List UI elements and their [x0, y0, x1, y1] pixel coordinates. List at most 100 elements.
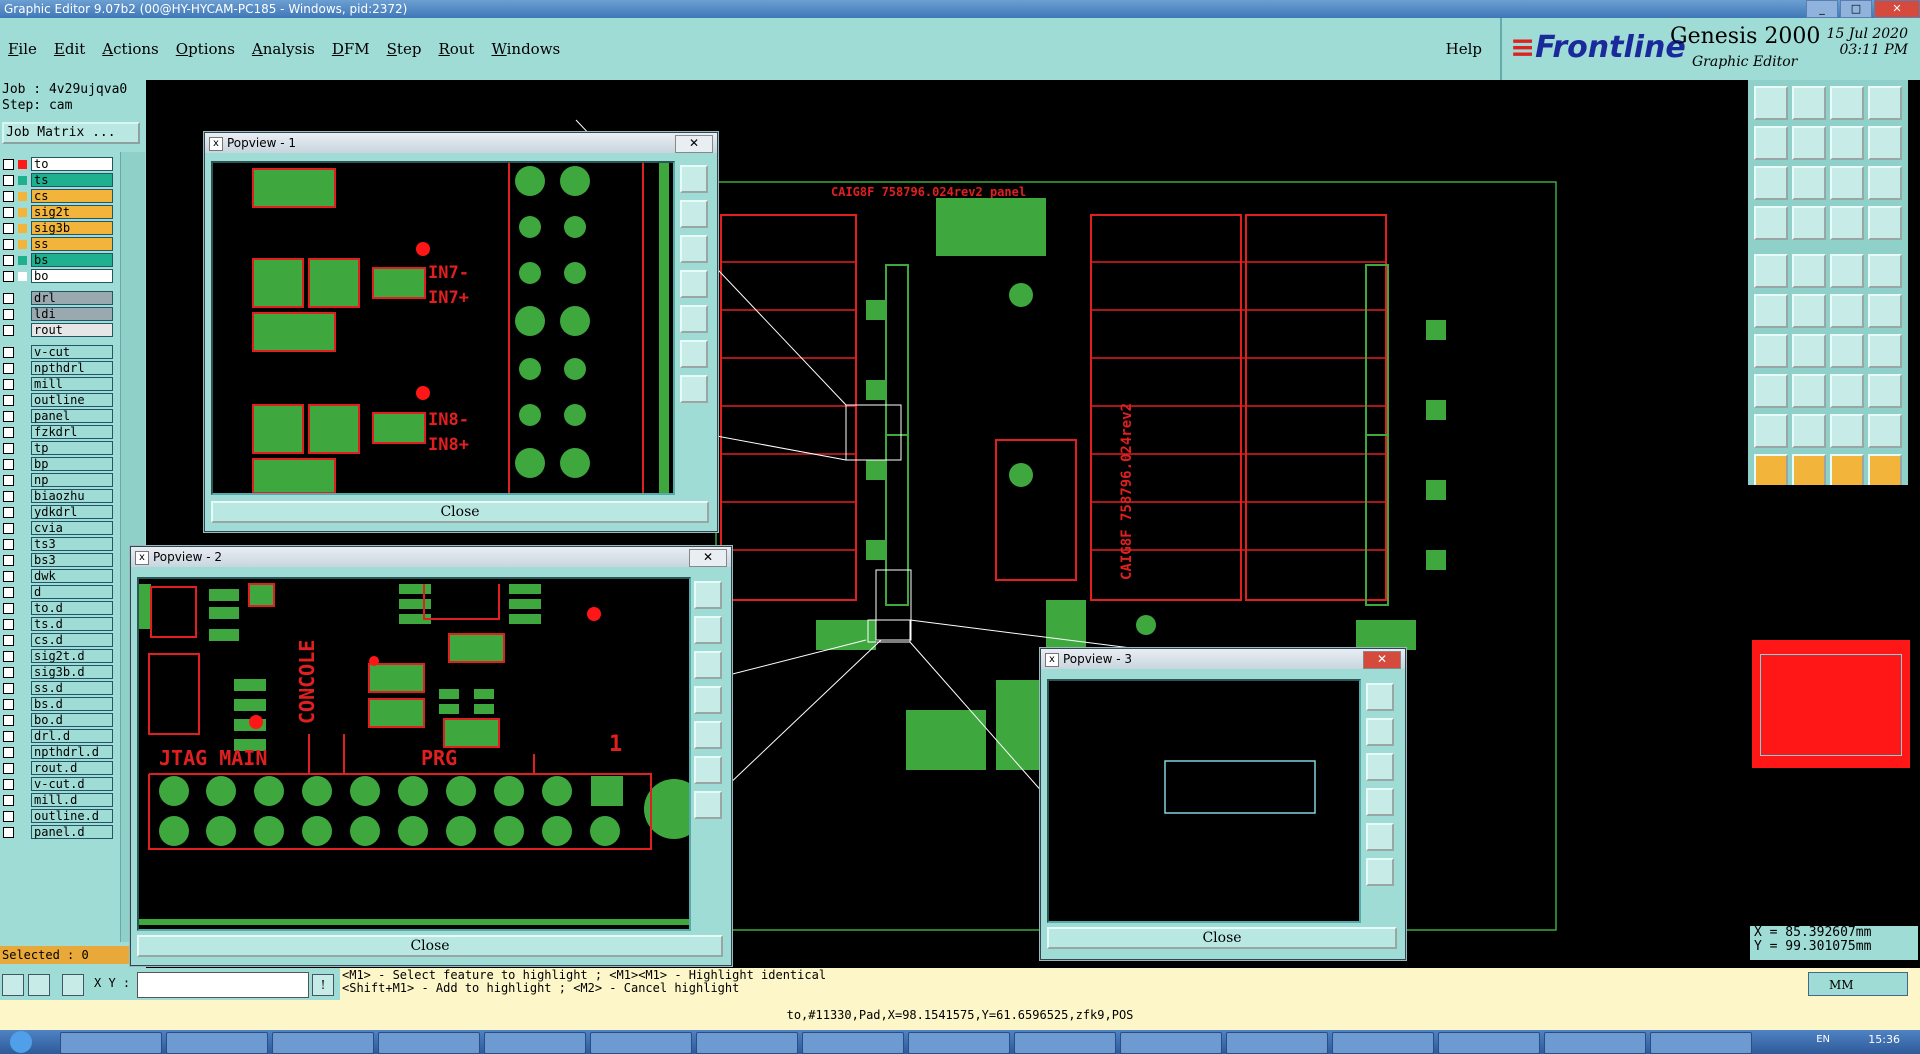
layer-row[interactable]: cs — [0, 188, 118, 204]
grid-icon[interactable] — [62, 974, 84, 996]
popview-tool-button[interactable] — [694, 581, 722, 609]
tool-button[interactable] — [1868, 86, 1902, 120]
layer-checkbox[interactable] — [3, 538, 14, 550]
tool-button[interactable] — [1830, 294, 1864, 328]
layer-name[interactable]: panel — [31, 409, 113, 423]
tool-button[interactable] — [1868, 254, 1902, 288]
layer-color-swatch[interactable] — [18, 364, 27, 373]
taskbar-app[interactable] — [696, 1032, 798, 1054]
layer-color-swatch[interactable] — [18, 492, 27, 501]
layer-color-swatch[interactable] — [18, 684, 27, 693]
tool-button[interactable] — [1792, 206, 1826, 240]
layer-name[interactable]: sig3b.d — [31, 665, 113, 679]
menu-actions[interactable]: Actions — [102, 40, 158, 58]
popview-tool-button[interactable] — [680, 235, 708, 263]
layer-color-swatch[interactable] — [18, 620, 27, 629]
menu-options[interactable]: Options — [176, 40, 235, 58]
layer-row[interactable]: ss — [0, 236, 118, 252]
popview-2-canvas[interactable]: CONCOLE JTAG MAIN JTAG MAIN PRG 1 — [137, 577, 691, 931]
tool-button[interactable] — [1792, 414, 1826, 448]
layer-row[interactable]: sig3b — [0, 220, 118, 236]
layer-name[interactable]: fzkdrl — [31, 425, 113, 439]
layer-name[interactable]: outline.d — [31, 809, 113, 823]
layer-name[interactable]: bo — [31, 269, 113, 283]
layer-color-swatch[interactable] — [18, 604, 27, 613]
xy-input[interactable] — [137, 972, 309, 998]
tool-button[interactable] — [1792, 166, 1826, 200]
layer-color-swatch[interactable] — [18, 223, 27, 233]
tool-button[interactable] — [1754, 126, 1788, 160]
layer-row[interactable]: npthdrl — [0, 360, 118, 376]
layer-checkbox[interactable] — [3, 222, 14, 234]
taskbar-app[interactable] — [60, 1032, 162, 1054]
layer-color-swatch[interactable] — [18, 191, 27, 201]
menu-edit[interactable]: Edit — [54, 40, 85, 58]
layer-checkbox[interactable] — [3, 324, 14, 336]
layer-color-swatch[interactable] — [18, 175, 27, 185]
tool-button[interactable] — [1830, 374, 1864, 408]
menu-windows[interactable]: Windows — [491, 40, 560, 58]
layer-name[interactable]: np — [31, 473, 113, 487]
layer-checkbox[interactable] — [3, 362, 14, 374]
tool-button[interactable] — [1792, 254, 1826, 288]
popview-tool-button[interactable] — [1366, 788, 1394, 816]
layer-checkbox[interactable] — [3, 378, 14, 390]
layer-name[interactable]: rout.d — [31, 761, 113, 775]
layer-name[interactable]: sig2t.d — [31, 649, 113, 663]
layer-color-swatch[interactable] — [18, 828, 27, 837]
start-button-icon[interactable] — [10, 1031, 32, 1053]
layer-checkbox[interactable] — [3, 682, 14, 694]
layer-name[interactable]: ts — [31, 173, 113, 187]
popview-tool-button[interactable] — [1366, 718, 1394, 746]
taskbar-app[interactable] — [272, 1032, 374, 1054]
layer-color-swatch[interactable] — [18, 588, 27, 597]
layer-checkbox[interactable] — [3, 346, 14, 358]
layer-checkbox[interactable] — [3, 254, 14, 266]
layer-row[interactable]: ss.d — [0, 680, 118, 696]
layer-checkbox[interactable] — [3, 810, 14, 822]
tool-button[interactable] — [1868, 126, 1902, 160]
menu-rout[interactable]: Rout — [438, 40, 474, 58]
info-icon[interactable]: ! — [312, 974, 334, 996]
popview-3-canvas[interactable] — [1047, 679, 1361, 923]
layer-color-swatch[interactable] — [18, 508, 27, 517]
layer-color-swatch[interactable] — [18, 255, 27, 265]
tool-button[interactable] — [1754, 374, 1788, 408]
tool-button[interactable] — [1754, 166, 1788, 200]
layer-name[interactable]: ss.d — [31, 681, 113, 695]
menu-help[interactable]: Help — [1446, 40, 1482, 58]
layer-color-swatch[interactable] — [18, 159, 27, 169]
layer-color-swatch[interactable] — [18, 780, 27, 789]
job-matrix-button[interactable]: Job Matrix ... — [2, 122, 140, 144]
layer-name[interactable]: ydkdrl — [31, 505, 113, 519]
tool-button[interactable] — [1792, 126, 1826, 160]
minimize-button[interactable]: _ — [1806, 0, 1838, 18]
layer-color-swatch[interactable] — [18, 271, 27, 281]
tool-button[interactable] — [1830, 454, 1864, 488]
layer-checkbox[interactable] — [3, 586, 14, 598]
tool-button[interactable] — [1754, 414, 1788, 448]
snap-tool-icon[interactable] — [2, 974, 24, 996]
layer-name[interactable]: mill.d — [31, 793, 113, 807]
layer-row[interactable]: dwk — [0, 568, 118, 584]
units-selector[interactable]: MM — [1808, 972, 1908, 996]
layer-row[interactable]: panel.d — [0, 824, 118, 840]
popview-1-close-icon[interactable]: ✕ — [675, 135, 713, 153]
tool-button[interactable] — [1754, 86, 1788, 120]
layer-color-swatch[interactable] — [18, 556, 27, 565]
menu-analysis[interactable]: Analysis — [252, 40, 315, 58]
tool-button[interactable] — [1792, 294, 1826, 328]
layer-checkbox[interactable] — [3, 650, 14, 662]
layer-name[interactable]: rout — [31, 323, 113, 337]
popview-tool-button[interactable] — [694, 651, 722, 679]
layer-checkbox[interactable] — [3, 826, 14, 838]
layer-checkbox[interactable] — [3, 426, 14, 438]
layer-color-swatch[interactable] — [18, 326, 27, 335]
layer-row[interactable]: sig2t — [0, 204, 118, 220]
popview-3-close-icon[interactable]: ✕ — [1363, 651, 1401, 669]
layer-color-swatch[interactable] — [18, 732, 27, 741]
layer-checkbox[interactable] — [3, 778, 14, 790]
layer-color-swatch[interactable] — [18, 294, 27, 303]
layer-name[interactable]: cs.d — [31, 633, 113, 647]
layer-name[interactable]: ss — [31, 237, 113, 251]
